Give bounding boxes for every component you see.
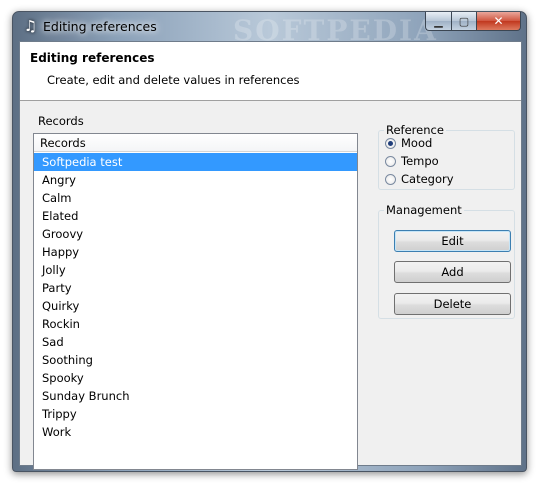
records-group-label: Records xyxy=(36,114,86,128)
maximize-button[interactable]: ▢ xyxy=(451,12,476,31)
radio-selected-dot xyxy=(388,140,393,146)
list-item[interactable]: Rockin xyxy=(34,315,357,333)
edit-button[interactable]: Edit xyxy=(394,230,511,252)
list-item[interactable]: Work xyxy=(34,423,357,441)
list-item[interactable]: Elated xyxy=(34,207,357,225)
radio-tempo[interactable]: Tempo xyxy=(385,153,439,169)
list-item[interactable]: Sad xyxy=(34,333,357,351)
management-group-label: Management xyxy=(384,203,464,217)
radio-mood-label: Mood xyxy=(401,136,433,150)
list-item[interactable]: Spooky xyxy=(34,369,357,387)
close-icon: ✕ xyxy=(493,14,504,28)
dialog-header: Editing references Create, edit and dele… xyxy=(20,42,521,101)
caption-buttons: ▁ ▢ ✕ xyxy=(425,12,521,31)
management-group: Management Edit Add Delete xyxy=(378,203,515,319)
editing-references-window: SOFTPEDIA ♫ Editing references ▁ ▢ ✕ Edi… xyxy=(12,11,527,472)
list-item[interactable]: Angry xyxy=(34,171,357,189)
radio-button-icon[interactable] xyxy=(385,173,396,185)
list-item[interactable]: Trippy xyxy=(34,405,357,423)
list-item[interactable]: Softpedia test xyxy=(34,153,357,171)
records-list[interactable]: Records Softpedia test Angry Calm Elated Gro… xyxy=(33,133,358,470)
records-rows: Softpedia test Angry Calm Elated Groovy Happy… xyxy=(34,153,357,441)
close-button[interactable]: ✕ xyxy=(476,12,521,31)
title-bar[interactable]: SOFTPEDIA ♫ Editing references ▁ ▢ ✕ xyxy=(13,12,526,47)
maximize-icon: ▢ xyxy=(458,14,470,28)
radio-tempo-label: Tempo xyxy=(401,154,439,168)
window-title: Editing references xyxy=(43,19,157,34)
radio-mood[interactable]: Mood xyxy=(385,135,432,151)
header-subtitle: Create, edit and delete values in refere… xyxy=(47,73,300,87)
list-item[interactable]: Jolly xyxy=(34,261,357,279)
list-item[interactable]: Happy xyxy=(34,243,357,261)
add-button[interactable]: Add xyxy=(394,261,511,283)
header-title: Editing references xyxy=(30,51,155,65)
list-item[interactable]: Sunday Brunch xyxy=(34,387,357,405)
dialog-client-area: Editing references Create, edit and dele… xyxy=(19,41,522,470)
music-note-icon: ♫ xyxy=(23,17,38,35)
list-item[interactable]: Party xyxy=(34,279,357,297)
records-column-header[interactable]: Records xyxy=(34,134,357,152)
radio-button-icon[interactable] xyxy=(385,137,396,149)
list-item[interactable]: Calm xyxy=(34,189,357,207)
list-item[interactable]: Soothing xyxy=(34,351,357,369)
delete-button[interactable]: Delete xyxy=(394,293,511,315)
minimize-icon: ▁ xyxy=(434,14,443,28)
list-item[interactable]: Quirky xyxy=(34,297,357,315)
radio-category[interactable]: Category xyxy=(385,171,454,187)
radio-category-label: Category xyxy=(401,172,454,186)
minimize-button[interactable]: ▁ xyxy=(425,12,451,31)
reference-group: Reference Mood Tempo Category xyxy=(378,123,515,190)
radio-button-icon[interactable] xyxy=(385,155,396,167)
list-item[interactable]: Groovy xyxy=(34,225,357,243)
